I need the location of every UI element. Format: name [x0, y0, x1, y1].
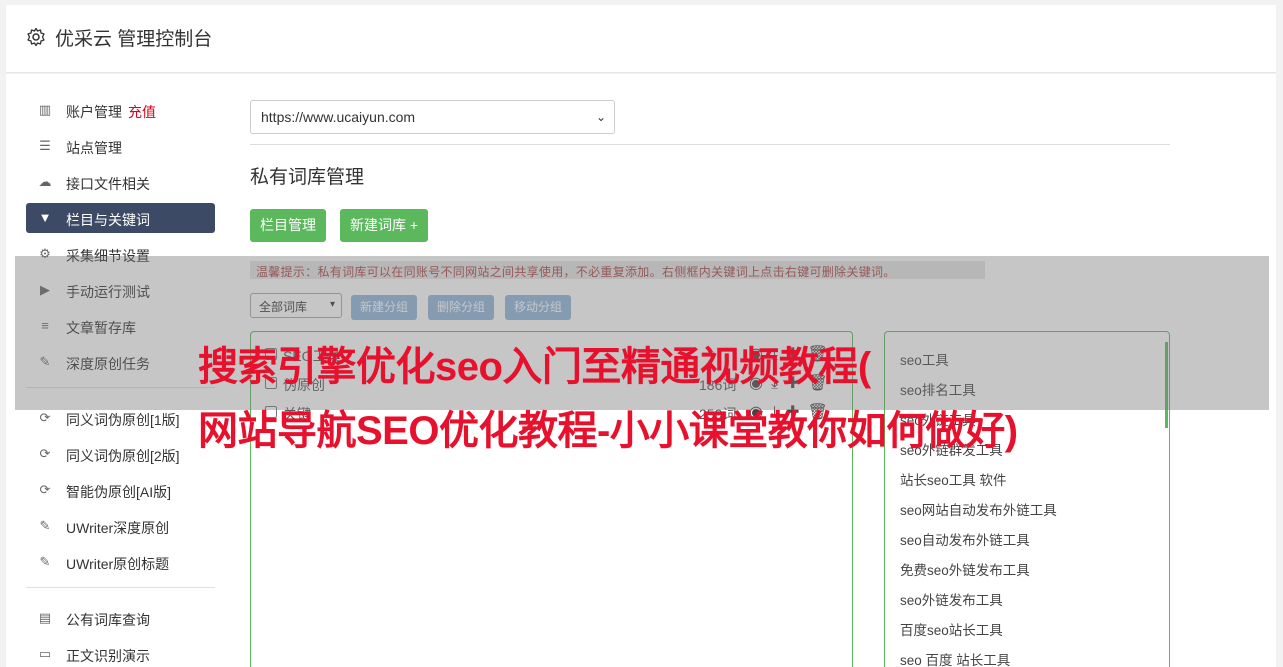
- book-icon: ▤: [38, 610, 52, 625]
- section-title: 私有词库管理: [250, 167, 365, 188]
- column-manage-button[interactable]: 栏目管理: [250, 209, 326, 242]
- sidebar-item-label: 智能伪原创[AI版]: [66, 484, 172, 500]
- sidebar-item-sites[interactable]: ☰ 站点管理: [26, 131, 215, 161]
- keyword-item[interactable]: 百度seo站长工具: [900, 619, 1003, 639]
- edit-icon: ✎: [39, 554, 51, 569]
- edit-icon: ✎: [39, 518, 51, 533]
- site-select[interactable]: https://www.ucaiyun.com ⌄: [250, 100, 615, 134]
- site-select-value: https://www.ucaiyun.com: [261, 109, 416, 125]
- refresh-icon: ⟳: [39, 410, 51, 425]
- chevron-down-icon: ⌄: [595, 110, 606, 124]
- monitor-icon: ▭: [38, 646, 52, 661]
- keyword-item[interactable]: seo自动发布外链工具: [900, 529, 1030, 549]
- keyword-item[interactable]: seo 百度 站长工具: [900, 649, 1010, 667]
- divider: [250, 144, 1170, 145]
- bar-chart-icon: ▥: [38, 102, 52, 117]
- refresh-icon: ⟳: [39, 482, 51, 497]
- sidebar-item-label: 栏目与关键词: [66, 212, 150, 228]
- keyword-item[interactable]: seo网站自动发布外链工具: [900, 499, 1057, 519]
- sidebar-item-label: 正文识别演示: [66, 648, 150, 664]
- refresh-icon: ⟳: [39, 446, 51, 461]
- gear-icon: [27, 27, 45, 47]
- sidebar-item-text-recognition[interactable]: ▭ 正文识别演示: [26, 639, 215, 667]
- sidebar-item-label: 接口文件相关: [66, 176, 150, 192]
- keyword-item[interactable]: seo外链发布工具: [900, 589, 1003, 609]
- keyword-item[interactable]: 免费seo外链发布工具: [900, 559, 1030, 579]
- cloud-upload-icon: ☁: [38, 174, 52, 189]
- sidebar-item-account[interactable]: ▥ 账户管理 充值: [26, 95, 215, 125]
- sidebar-item-interface[interactable]: ☁ 接口文件相关: [26, 167, 215, 197]
- sidebar-item-label: UWriter深度原创: [66, 520, 170, 536]
- sidebar-item-label: 站点管理: [66, 140, 122, 156]
- sidebar-item-uwriter-title[interactable]: ✎ UWriter原创标题: [26, 547, 215, 577]
- keyword-item[interactable]: 站长seo工具 软件: [900, 469, 1007, 489]
- page-title: 优采云 管理控制台: [55, 29, 213, 50]
- sidebar-item-label: 同义词伪原创[1版]: [66, 412, 180, 428]
- filter-icon: ▼: [38, 210, 52, 225]
- recharge-link[interactable]: 充值: [128, 104, 156, 120]
- sidebar-item-uwriter-deep[interactable]: ✎ UWriter深度原创: [26, 511, 215, 541]
- overlay-headline-line2: 网站导航SEO优化教程-小小课堂教你如何做好): [198, 409, 1018, 453]
- page-header: 优采云 管理控制台: [6, 5, 1276, 73]
- sidebar-item-synonym-v2[interactable]: ⟳ 同义词伪原创[2版]: [26, 439, 215, 469]
- sidebar-item-ai-rewrite[interactable]: ⟳ 智能伪原创[AI版]: [26, 475, 215, 505]
- sidebar-divider: [26, 587, 215, 588]
- sidebar-item-label: 账户管理: [66, 104, 122, 120]
- sidebar-item-columns-keywords[interactable]: ▼ 栏目与关键词: [26, 203, 215, 233]
- sidebar-item-label: 同义词伪原创[2版]: [66, 448, 180, 464]
- sidebar-item-label: 公有词库查询: [66, 612, 150, 628]
- sidebar-item-public-lib[interactable]: ▤ 公有词库查询: [26, 603, 215, 633]
- overlay-headline-line1: 搜索引擎优化seo入门至精通视频教程(: [198, 345, 871, 389]
- server-icon: ☰: [39, 138, 51, 153]
- new-lib-button[interactable]: 新建词库 +: [340, 209, 429, 242]
- sidebar-item-label: UWriter原创标题: [66, 556, 170, 572]
